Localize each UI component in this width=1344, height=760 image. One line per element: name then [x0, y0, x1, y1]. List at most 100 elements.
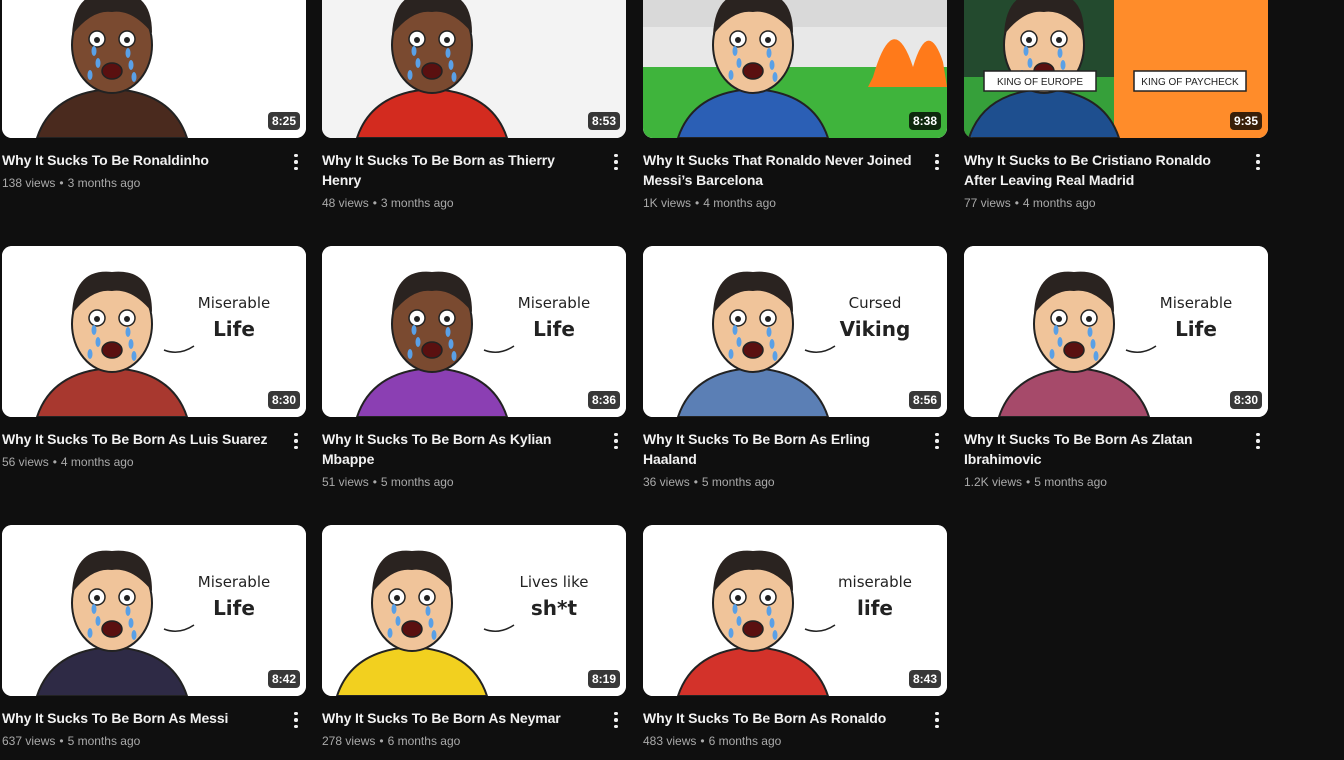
- video-duration: 8:19: [587, 670, 620, 688]
- thumbnail-illustration: Cursed Viking: [643, 246, 947, 417]
- video-thumbnail[interactable]: Cursed Viking 8:56: [643, 246, 947, 417]
- upload-age: 4 months ago: [1022, 196, 1096, 210]
- video-meta: Why It Sucks To Be Born As Luis Suarez 56…: [2, 417, 308, 470]
- video-title[interactable]: Why It Sucks To Be Born as Thierry Henry: [322, 150, 592, 190]
- video-thumbnail[interactable]: 8:25: [2, 0, 306, 138]
- more-actions-icon[interactable]: [286, 150, 306, 174]
- video-card[interactable]: miserable life 8:43 Why It Sucks To Be Born…: [643, 525, 949, 749]
- video-card[interactable]: 8:38 Why It Sucks That Ronaldo Never Join…: [643, 0, 949, 211]
- video-duration: 8:36: [587, 391, 620, 409]
- video-stats: 138 views • 3 months ago: [2, 175, 272, 191]
- video-card[interactable]: 8:25 Why It Sucks To Be Ronaldinho 138 vie…: [2, 0, 308, 191]
- video-card[interactable]: KING OF EUROPE KING OF PAYCHECK 9:35 Why It…: [964, 0, 1270, 211]
- svg-text:sh*t: sh*t: [531, 596, 578, 620]
- video-meta: Why It Sucks To Be Born As Neymar 278 vie…: [322, 696, 628, 749]
- video-stats: 48 views • 3 months ago: [322, 195, 592, 211]
- video-thumbnail[interactable]: miserable life 8:43: [643, 525, 947, 696]
- view-count: 637 views: [2, 734, 56, 748]
- svg-text:Life: Life: [533, 317, 575, 341]
- video-meta: Why It Sucks To Be Born As Zlatan Ibrahi…: [964, 417, 1270, 490]
- more-actions-icon[interactable]: [286, 429, 306, 453]
- video-title[interactable]: Why It Sucks To Be Born As Luis Suarez: [2, 429, 272, 449]
- video-duration: 8:30: [267, 391, 300, 409]
- video-title[interactable]: Why It Sucks To Be Born As Erling Haalan…: [643, 429, 913, 469]
- upload-age: 3 months ago: [380, 196, 454, 210]
- thumbnail-illustration: miserable life: [643, 525, 947, 696]
- video-stats: 483 views • 6 months ago: [643, 733, 913, 749]
- separator-dot: •: [52, 455, 57, 469]
- video-title[interactable]: Why It Sucks To Be Born As Neymar: [322, 708, 592, 728]
- video-duration: 8:38: [908, 112, 941, 130]
- view-count: 56 views: [2, 455, 49, 469]
- video-title[interactable]: Why It Sucks To Be Born As Ronaldo: [643, 708, 913, 728]
- video-thumbnail[interactable]: 8:53: [322, 0, 626, 138]
- video-card[interactable]: Miserable Life 8:30 Why It Sucks To Be Born…: [2, 246, 308, 470]
- thumbnail-illustration: [2, 0, 306, 138]
- video-meta: Why It Sucks To Be Born As Kylian Mbappe…: [322, 417, 628, 490]
- more-actions-icon[interactable]: [927, 429, 947, 453]
- video-meta: Why It Sucks to Be Cristiano Ronaldo Aft…: [964, 138, 1270, 211]
- view-count: 77 views: [964, 196, 1011, 210]
- video-card[interactable]: Miserable Life 8:30 Why It Sucks To Be Born…: [964, 246, 1270, 490]
- more-actions-icon[interactable]: [927, 708, 947, 732]
- more-actions-icon[interactable]: [927, 150, 947, 174]
- video-card[interactable]: 8:53 Why It Sucks To Be Born as Thierry H…: [322, 0, 628, 211]
- video-card[interactable]: Miserable Life 8:42 Why It Sucks To Be Born…: [2, 525, 308, 749]
- video-thumbnail[interactable]: 8:38: [643, 0, 947, 138]
- svg-text:Cursed: Cursed: [849, 294, 902, 312]
- separator-dot: •: [59, 176, 64, 190]
- video-thumbnail[interactable]: KING OF EUROPE KING OF PAYCHECK 9:35: [964, 0, 1268, 138]
- view-count: 36 views: [643, 475, 690, 489]
- video-meta: Why It Sucks To Be Born As Messi 637 view…: [2, 696, 308, 749]
- upload-age: 4 months ago: [60, 455, 134, 469]
- video-thumbnail[interactable]: Lives like sh*t 8:19: [322, 525, 626, 696]
- thumbnail-illustration: Lives like sh*t: [322, 525, 626, 696]
- video-thumbnail[interactable]: Miserable Life 8:30: [2, 246, 306, 417]
- video-stats: 77 views • 4 months ago: [964, 195, 1234, 211]
- svg-text:Viking: Viking: [840, 317, 911, 341]
- video-duration: 9:35: [1229, 112, 1262, 130]
- video-meta: Why It Sucks To Be Born As Ronaldo 483 vi…: [643, 696, 949, 749]
- video-title[interactable]: Why It Sucks To Be Born As Kylian Mbappe: [322, 429, 592, 469]
- video-card[interactable]: Cursed Viking 8:56 Why It Sucks To Be Born …: [643, 246, 949, 490]
- more-actions-icon[interactable]: [606, 150, 626, 174]
- more-actions-icon[interactable]: [1248, 429, 1268, 453]
- view-count: 51 views: [322, 475, 369, 489]
- view-count: 48 views: [322, 196, 369, 210]
- video-thumbnail[interactable]: Miserable Life 8:36: [322, 246, 626, 417]
- video-meta: Why It Sucks To Be Born as Thierry Henry…: [322, 138, 628, 211]
- thumbnail-illustration: Miserable Life: [2, 525, 306, 696]
- svg-text:Life: Life: [213, 317, 255, 341]
- video-stats: 637 views • 5 months ago: [2, 733, 272, 749]
- video-duration: 8:30: [1229, 391, 1262, 409]
- video-thumbnail[interactable]: Miserable Life 8:30: [964, 246, 1268, 417]
- svg-text:Lives like: Lives like: [520, 573, 589, 591]
- more-actions-icon[interactable]: [1248, 150, 1268, 174]
- video-title[interactable]: Why It Sucks To Be Born As Messi: [2, 708, 272, 728]
- video-card[interactable]: Lives like sh*t 8:19 Why It Sucks To Be Bor…: [322, 525, 628, 749]
- view-count: 1.2K views: [964, 475, 1023, 489]
- thumbnail-illustration: Miserable Life: [322, 246, 626, 417]
- view-count: 483 views: [643, 734, 697, 748]
- video-title[interactable]: Why It Sucks To Be Born As Zlatan Ibrahi…: [964, 429, 1234, 469]
- video-card[interactable]: Miserable Life 8:36 Why It Sucks To Be Born…: [322, 246, 628, 490]
- separator-dot: •: [372, 475, 377, 489]
- svg-text:Life: Life: [1175, 317, 1217, 341]
- video-title[interactable]: Why It Sucks That Ronaldo Never Joined M…: [643, 150, 913, 190]
- video-title[interactable]: Why It Sucks To Be Ronaldinho: [2, 150, 272, 170]
- video-title[interactable]: Why It Sucks to Be Cristiano Ronaldo Aft…: [964, 150, 1234, 190]
- view-count: 1K views: [643, 196, 692, 210]
- more-actions-icon[interactable]: [606, 708, 626, 732]
- more-actions-icon[interactable]: [606, 429, 626, 453]
- video-thumbnail[interactable]: Miserable Life 8:42: [2, 525, 306, 696]
- upload-age: 5 months ago: [380, 475, 454, 489]
- separator-dot: •: [695, 196, 700, 210]
- separator-dot: •: [59, 734, 64, 748]
- video-duration: 8:25: [267, 112, 300, 130]
- more-actions-icon[interactable]: [286, 708, 306, 732]
- svg-text:life: life: [857, 596, 893, 620]
- video-stats: 56 views • 4 months ago: [2, 454, 272, 470]
- svg-text:miserable: miserable: [838, 573, 912, 591]
- thumbnail-illustration: [643, 0, 947, 138]
- view-count: 138 views: [2, 176, 56, 190]
